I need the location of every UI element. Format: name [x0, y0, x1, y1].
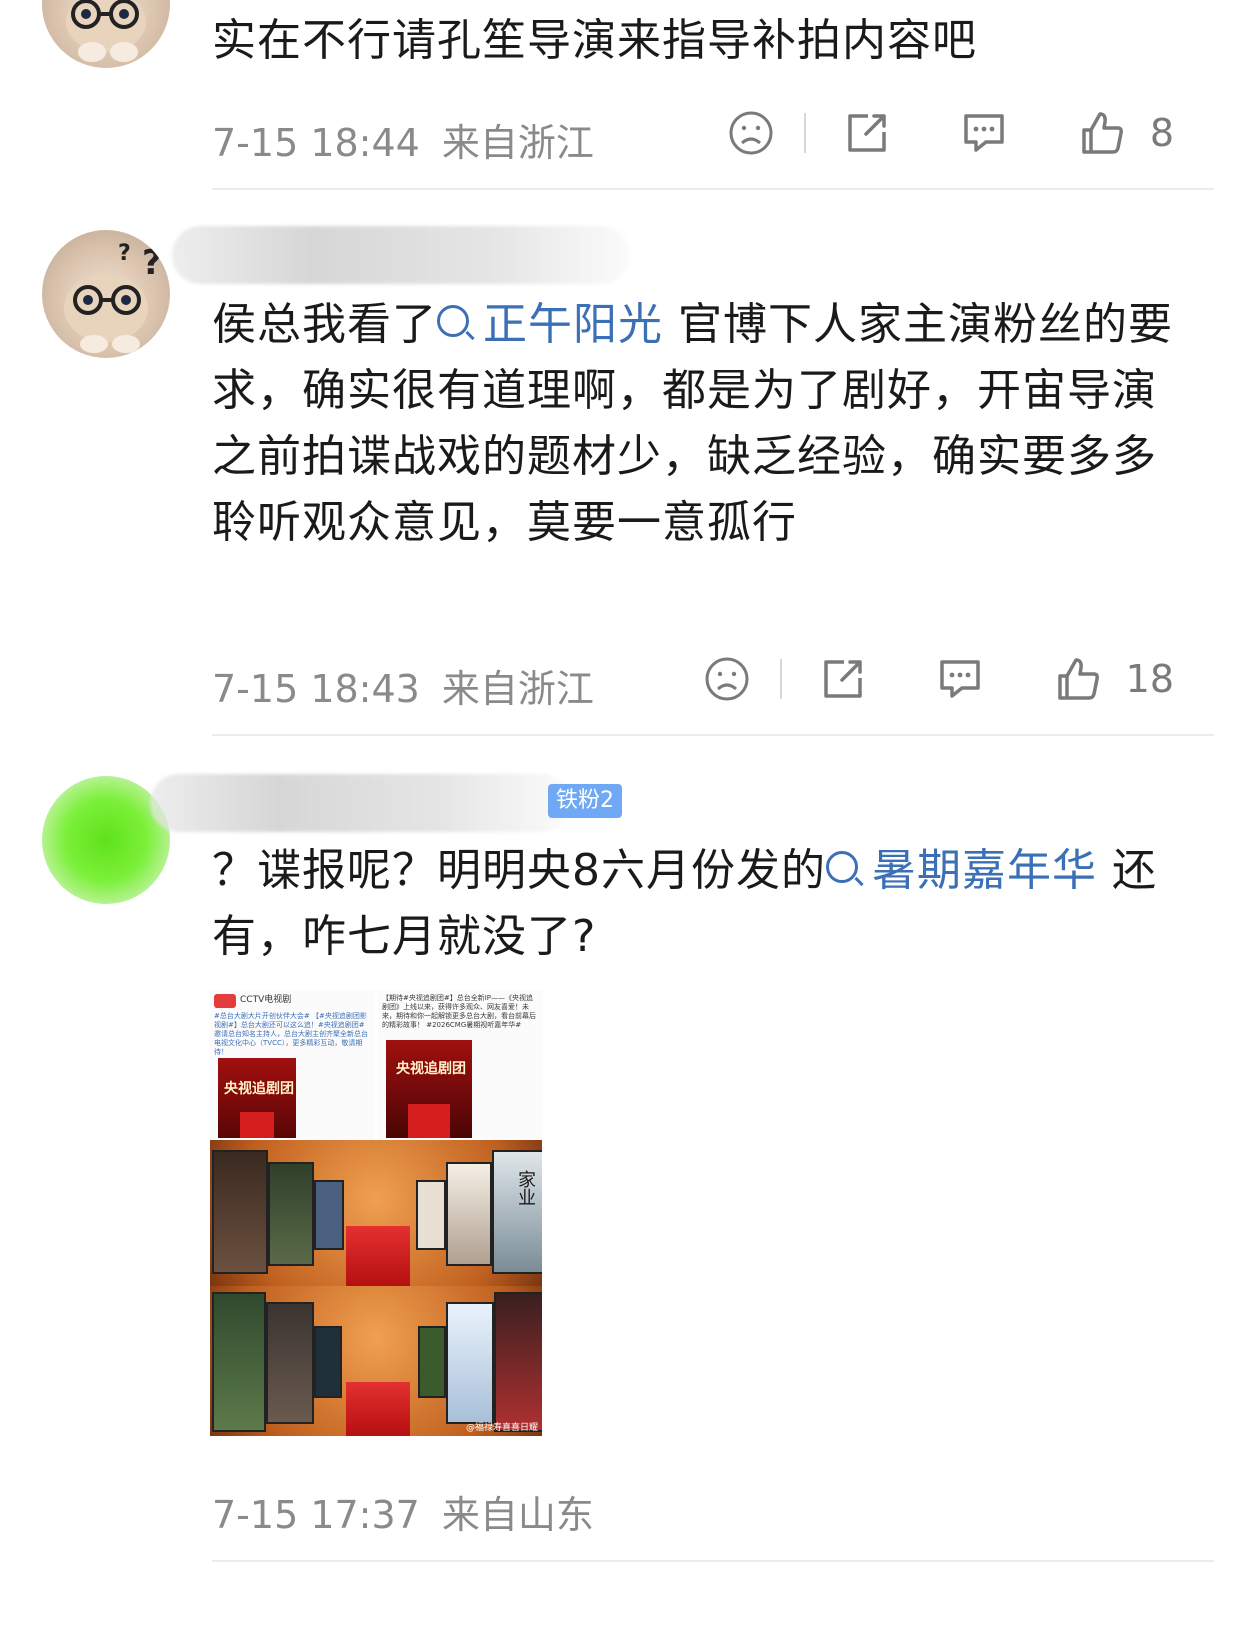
- stage-thumbnail: 央视追剧团: [386, 1040, 472, 1138]
- topic-link[interactable]: 暑期嘉年华: [826, 845, 1097, 896]
- comment-text: 实在不行请孔笙导演来指导补拍内容吧: [212, 15, 977, 66]
- topic-link[interactable]: 正午阳光: [437, 299, 663, 350]
- image-stage-2: @福禄寿喜喜日耀: [210, 1286, 542, 1436]
- username-redacted[interactable]: [172, 226, 630, 284]
- comment-time: 7-15 18:43: [212, 667, 420, 711]
- image-post-2: 【期待#央视追剧团#】总台全新IP——《央视追剧团》上线以来，获得许多观众、网友…: [378, 990, 542, 1140]
- comment-text: 侯总我看了 正午阳光 官博下人家主演粉丝的要求，确实很有道理啊，都是为了剧好，开宙…: [212, 299, 1173, 548]
- comment-image[interactable]: CCTV电视剧 #总台大剧大片开创伙伴大会# 【#央视追剧团影视剧#】总台大剧还…: [210, 990, 542, 1436]
- like-button[interactable]: 8: [1078, 110, 1174, 156]
- avatar[interactable]: [42, 0, 170, 68]
- comment-location: 来自山东: [441, 1493, 594, 1537]
- comment-divider: [212, 734, 1214, 736]
- avatar[interactable]: ? ?: [42, 230, 170, 358]
- image-stage-1: 家业: [210, 1140, 542, 1286]
- image-post-1: CCTV电视剧 #总台大剧大片开创伙伴大会# 【#央视追剧团影视剧#】总台大剧还…: [210, 990, 374, 1140]
- comment-location: 来自浙江: [441, 667, 594, 711]
- share-icon: [848, 114, 886, 152]
- svg-text:?: ?: [118, 241, 131, 266]
- username-redacted[interactable]: [150, 774, 570, 832]
- stage-thumbnail: 央视追剧团: [218, 1058, 296, 1138]
- cat-avatar-icon: ? ?: [64, 241, 162, 353]
- cat-avatar-icon: [66, 0, 146, 62]
- comment-divider: [212, 188, 1214, 190]
- like-count: 8: [1149, 111, 1174, 155]
- comment-icon: [964, 114, 1004, 152]
- dislike-button[interactable]: [728, 110, 774, 156]
- reply-button[interactable]: [960, 110, 1008, 156]
- comment-divider: [212, 1560, 1214, 1562]
- comment-icon: [939, 660, 980, 698]
- action-divider: [779, 659, 782, 699]
- comment-time: 7-15 17:37: [212, 1493, 420, 1537]
- comment-location: 来自浙江: [441, 121, 594, 165]
- comment-meta: 7-15 18:43 来自浙江: [212, 658, 594, 713]
- action-divider: [803, 113, 806, 153]
- dislike-face-icon: [729, 111, 773, 155]
- reply-button[interactable]: [936, 656, 984, 702]
- comment-meta: 7-15 17:37 来自山东: [212, 1484, 594, 1539]
- thumbs-up-icon: [1057, 658, 1099, 700]
- dislike-face-icon: [705, 657, 749, 701]
- cctv-logo-icon: [214, 994, 236, 1008]
- topic-search-icon: [437, 305, 469, 337]
- share-button[interactable]: [820, 656, 866, 702]
- image-watermark: @福禄寿喜喜日耀: [465, 1423, 538, 1433]
- share-icon: [823, 660, 862, 698]
- comment-meta: 7-15 18:44 来自浙江: [212, 112, 594, 167]
- like-button[interactable]: 18: [1054, 656, 1174, 702]
- thumbs-up-icon: [1082, 112, 1123, 154]
- topic-search-icon: [826, 851, 858, 883]
- like-count: 18: [1125, 657, 1174, 701]
- fan-badge: 铁粉2: [548, 784, 622, 818]
- comment-text: ？谍报呢？明明央8六月份发的 暑期嘉年华 还有，咋七月就没了?: [212, 845, 1157, 962]
- svg-text:?: ?: [142, 243, 162, 283]
- comment-actions: 8: [728, 110, 1174, 156]
- share-button[interactable]: [844, 110, 890, 156]
- comment-time: 7-15 18:44: [212, 121, 420, 165]
- dislike-button[interactable]: [704, 656, 750, 702]
- comment-actions: 18: [704, 656, 1174, 702]
